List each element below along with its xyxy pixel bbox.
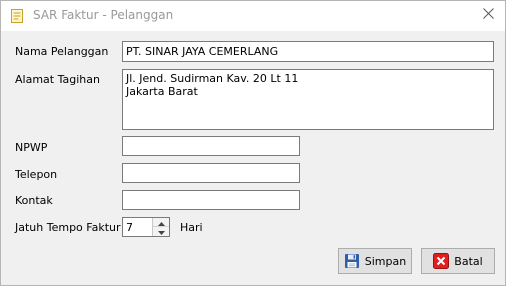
jatuh-tempo-input[interactable] xyxy=(123,218,151,236)
telepon-label: Telepon xyxy=(15,168,58,181)
title-bar[interactable]: SAR Faktur - Pelanggan xyxy=(1,1,505,31)
hari-label: Hari xyxy=(180,221,203,234)
stepper-down-button[interactable] xyxy=(153,227,169,236)
jatuh-tempo-stepper[interactable] xyxy=(122,217,170,237)
dialog-window: SAR Faktur - Pelanggan Nama Pelanggan Al… xyxy=(0,0,506,286)
telepon-input[interactable] xyxy=(122,163,300,183)
alamat-tagihan-textarea[interactable]: Jl. Jend. Sudirman Kav. 20 Lt 11 Jakarta… xyxy=(122,69,494,130)
cancel-x-icon xyxy=(433,253,450,269)
kontak-label: Kontak xyxy=(15,194,53,207)
simpan-button[interactable]: Simpan xyxy=(338,248,412,274)
nama-pelanggan-input[interactable] xyxy=(122,41,494,62)
nama-pelanggan-label: Nama Pelanggan xyxy=(15,45,109,58)
alamat-tagihan-label: Alamat Tagihan xyxy=(15,73,100,86)
document-icon xyxy=(10,9,24,23)
kontak-input[interactable] xyxy=(122,190,300,210)
npwp-label: NPWP xyxy=(15,141,48,154)
batal-button[interactable]: Batal xyxy=(421,248,495,274)
close-button[interactable] xyxy=(471,1,505,29)
npwp-input[interactable] xyxy=(122,136,300,156)
stepper-buttons xyxy=(152,218,169,236)
jatuh-tempo-label: Jatuh Tempo Faktur xyxy=(15,221,121,234)
window-title: SAR Faktur - Pelanggan xyxy=(33,8,174,22)
floppy-disk-icon xyxy=(344,253,360,269)
close-icon xyxy=(482,8,494,22)
batal-button-label: Batal xyxy=(454,254,483,268)
simpan-button-label: Simpan xyxy=(364,254,407,268)
chevron-down-icon xyxy=(157,225,165,238)
